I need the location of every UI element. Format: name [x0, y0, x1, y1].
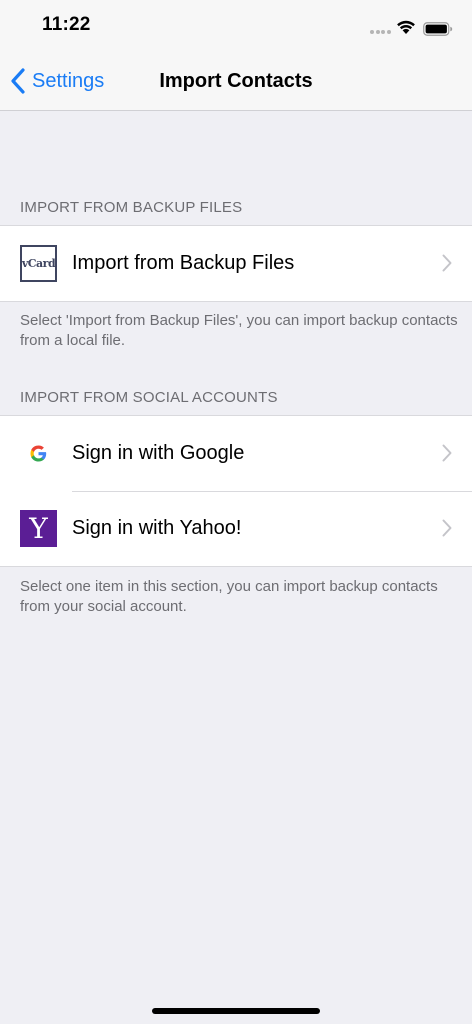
import-backup-files-row[interactable]: vCard Import from Backup Files [0, 226, 472, 301]
section-header-social: IMPORT FROM SOCIAL ACCOUNTS [20, 389, 278, 406]
wifi-icon [397, 20, 415, 34]
chevron-right-icon [442, 444, 452, 462]
page-title: Import Contacts [159, 70, 313, 92]
sign-in-yahoo-row[interactable]: Y Sign in with Yahoo! [0, 491, 472, 566]
vcard-icon: vCard [20, 245, 57, 282]
vcard-icon-text: vCard [21, 257, 56, 270]
section-footer-social: Select one item in this section, you can… [20, 578, 438, 615]
section-footer-backup: Select 'Import from Backup Files', you c… [20, 312, 458, 349]
google-icon [30, 445, 47, 462]
home-indicator[interactable] [152, 1008, 320, 1014]
status-bar: 11:22 [0, 0, 472, 50]
yahoo-icon-letter: Y [29, 511, 48, 545]
section-header-backup: IMPORT FROM BACKUP FILES [20, 199, 243, 216]
status-time: 11:22 [42, 14, 91, 35]
yahoo-icon: Y [20, 510, 57, 547]
social-group: Sign in with Google Y Sign in with Yahoo… [0, 415, 472, 567]
navigation-bar: Settings Import Contacts [0, 50, 472, 111]
import-backup-files-label: Import from Backup Files [72, 252, 295, 274]
cellular-signal-icon [370, 30, 392, 36]
sign-in-yahoo-label: Sign in with Yahoo! [72, 517, 242, 539]
screen: 11:22 Settings Import Contacts IMPORT FR… [0, 0, 472, 1024]
sign-in-google-row[interactable]: Sign in with Google [0, 416, 472, 491]
chevron-right-icon [442, 254, 452, 272]
chevron-right-icon [442, 519, 452, 537]
sign-in-google-label: Sign in with Google [72, 442, 245, 464]
battery-icon [423, 22, 453, 36]
backup-group: vCard Import from Backup Files [0, 225, 472, 302]
